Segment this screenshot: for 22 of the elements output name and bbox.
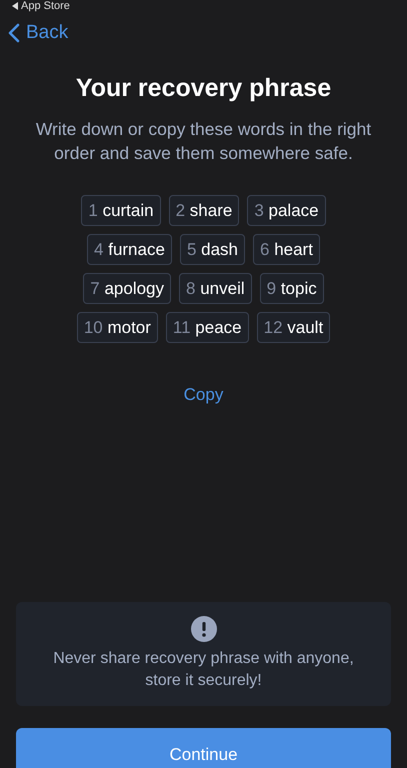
word-chip: 12 vault (256, 312, 330, 343)
warning-text: Never share recovery phrase with anyone, store it securely! (52, 649, 355, 691)
word-chip: 7 apology (83, 273, 172, 304)
page-title: Your recovery phrase (76, 74, 332, 103)
back-button[interactable]: Back (8, 22, 68, 44)
word-chip: 5 dash (180, 234, 245, 265)
word-chip: 3 palace (247, 195, 326, 226)
instructions-text: Write down or copy these words in the right order and save them somewhere safe. (34, 118, 372, 165)
word-chip: 6 heart (253, 234, 320, 265)
word-chip: 9 topic (260, 273, 324, 304)
copy-link[interactable]: Copy (184, 385, 224, 405)
word-chip: 2 share (168, 195, 240, 226)
back-app-label[interactable]: App Store (21, 0, 70, 12)
word-chip: 1 curtain (81, 195, 161, 226)
word-chip: 4 furnace (87, 234, 172, 265)
word-chip: 8 unveil (179, 273, 252, 304)
chevron-left-icon (8, 23, 20, 43)
continue-button[interactable]: Continue (16, 728, 391, 768)
exclamation-icon (190, 616, 216, 642)
word-chip: 11 peace (166, 312, 249, 343)
word-chip: 10 motor (76, 312, 158, 343)
back-triangle-icon (12, 2, 18, 10)
